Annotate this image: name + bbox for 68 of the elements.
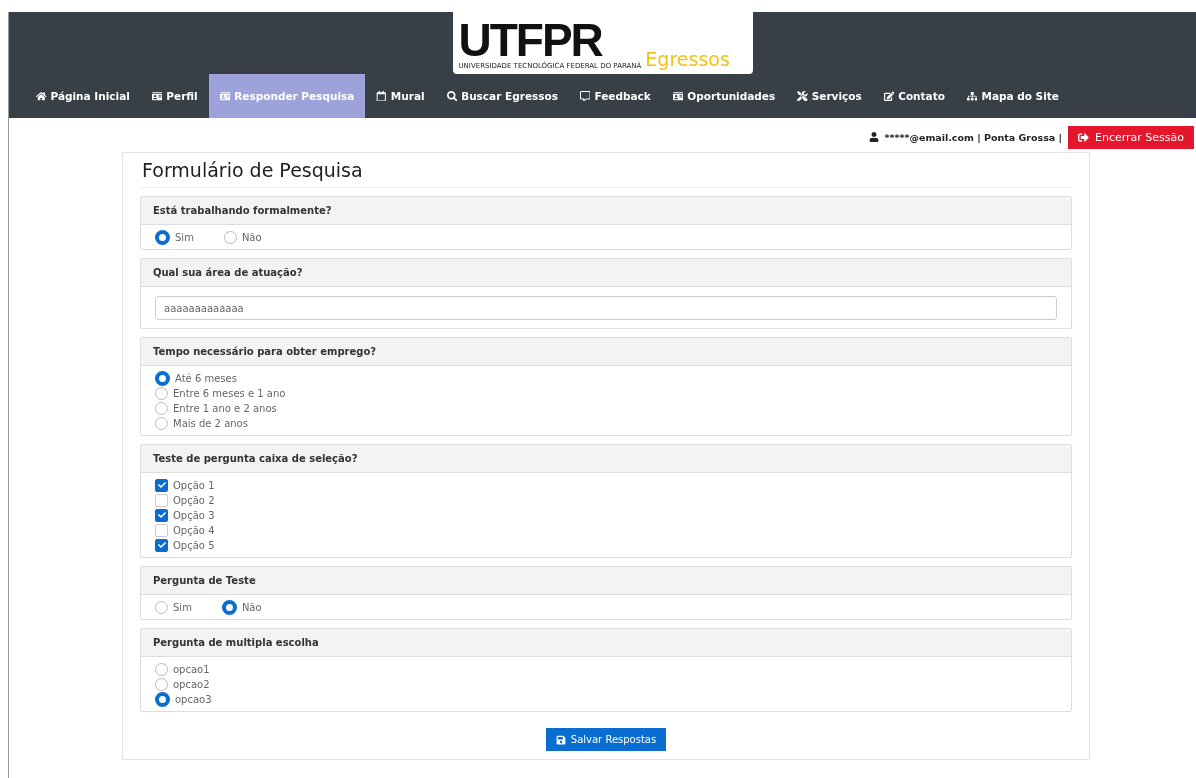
- option-label: Sim: [173, 601, 192, 613]
- user-info: *****@email.com | Ponta Grossa |: [884, 131, 1062, 143]
- checkbox[interactable]: [155, 478, 168, 492]
- check-icon: [157, 481, 166, 489]
- tools-icon: [797, 90, 808, 102]
- radio-button[interactable]: [155, 691, 170, 707]
- nav-tab[interactable]: Oportunidades: [661, 74, 787, 118]
- save-button[interactable]: Salvar Respostas: [545, 728, 667, 751]
- radio-button[interactable]: [155, 662, 168, 676]
- radio-button[interactable]: [155, 386, 168, 400]
- form-title: Formulário de Pesquisa: [140, 153, 1072, 188]
- question-title: Tempo necessário para obter emprego?: [141, 338, 1071, 366]
- radio-button[interactable]: [155, 416, 168, 430]
- radio-button[interactable]: [223, 230, 237, 244]
- logo-mark: UTFPR: [458, 18, 603, 62]
- radio-button[interactable]: [155, 677, 168, 691]
- sitemap-icon: [966, 90, 978, 102]
- input-field[interactable]: aaaaaaaaaaaaa: [155, 296, 1057, 320]
- question-title: Pergunta de multipla escolha: [141, 629, 1071, 657]
- option-label: Entre 6 meses e 1 ano: [173, 387, 286, 399]
- option-label: Não: [241, 601, 262, 613]
- option-label: opcao2: [173, 678, 210, 690]
- id-card-icon: [672, 90, 684, 102]
- nav-tab[interactable]: Contato: [872, 74, 956, 118]
- question-title: Está trabalhando formalmente?: [141, 197, 1071, 225]
- option-label: opcao3: [175, 693, 212, 705]
- option-label: Não: [241, 231, 262, 243]
- nav-tab[interactable]: Mural: [365, 74, 436, 118]
- comment-icon: [579, 90, 591, 102]
- question-title: Qual sua área de atuação?: [141, 259, 1071, 287]
- nav-tab[interactable]: Buscar Egressos: [435, 74, 569, 118]
- check-icon: [157, 511, 166, 519]
- option-label: Mais de 2 anos: [173, 417, 248, 429]
- nav-tab[interactable]: Serviços: [786, 74, 873, 118]
- question-title: Pergunta de Teste: [141, 567, 1071, 595]
- radio-button[interactable]: [155, 401, 168, 415]
- check-icon: [157, 541, 166, 549]
- checkbox[interactable]: [155, 538, 168, 552]
- radio-button[interactable]: [221, 599, 237, 615]
- calendar-icon: [376, 90, 387, 102]
- logo-product: Egressos: [645, 48, 730, 70]
- logout-icon: [1077, 131, 1089, 143]
- id-card-icon: [151, 90, 163, 102]
- option-label: Opção 1: [173, 479, 215, 491]
- option-label: Opção 4: [173, 524, 215, 536]
- question-title: Teste de pergunta caixa de seleção?: [141, 445, 1071, 473]
- radio-button[interactable]: [155, 600, 168, 614]
- checkbox[interactable]: [155, 508, 168, 522]
- option-label: Opção 3: [173, 509, 215, 521]
- id-card-icon: [219, 90, 231, 102]
- radio-button[interactable]: [155, 370, 170, 386]
- option-label: Sim: [175, 231, 194, 243]
- user-icon: [868, 132, 879, 142]
- option-label: Opção 5: [173, 539, 215, 551]
- edit-icon: [883, 90, 895, 102]
- option-label: Opção 2: [173, 494, 215, 506]
- option-label: opcao1: [173, 663, 210, 675]
- home-icon: [36, 90, 47, 102]
- nav-tab[interactable]: Página Inicial: [25, 74, 141, 118]
- option-label: Até 6 meses: [175, 372, 237, 384]
- radio-button[interactable]: [155, 229, 170, 245]
- search-icon: [446, 90, 458, 102]
- option-label: Entre 1 ano e 2 anos: [173, 402, 277, 414]
- save-icon: [555, 734, 566, 745]
- nav-tab[interactable]: Feedback: [568, 74, 662, 118]
- logout-button[interactable]: Encerrar Sessão: [1067, 125, 1194, 149]
- nav-tab[interactable]: Perfil: [140, 74, 209, 118]
- nav-tab[interactable]: Mapa do Site: [955, 74, 1070, 118]
